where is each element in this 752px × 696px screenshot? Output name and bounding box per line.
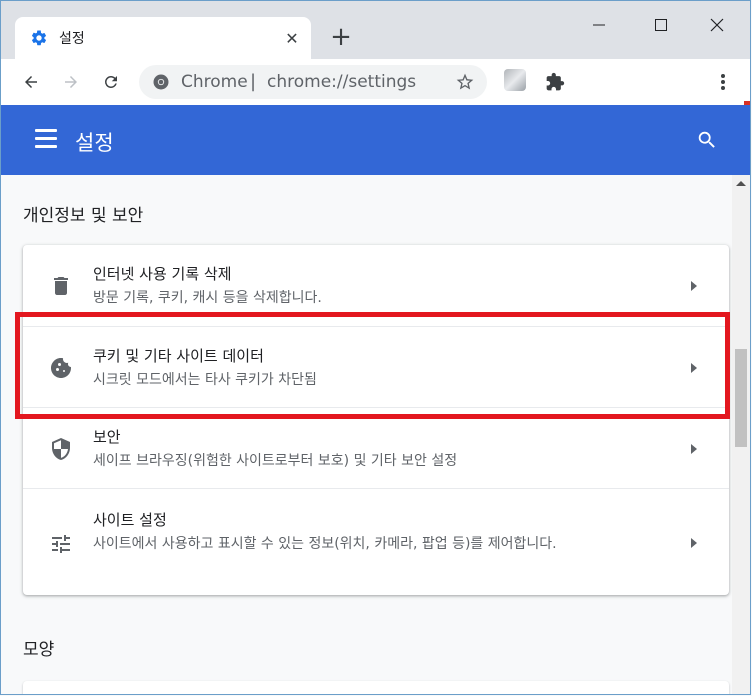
menu-button[interactable] <box>709 68 737 96</box>
scroll-thumb[interactable] <box>735 349 747 447</box>
back-button[interactable] <box>17 68 45 96</box>
minimize-button[interactable] <box>576 7 622 43</box>
browser-window: 설정 ✕ + Chrome | chrome://settings 설정 개인정… <box>0 0 751 695</box>
cookie-icon <box>51 357 72 378</box>
chevron-right-icon <box>691 281 697 291</box>
maximize-icon <box>655 19 667 31</box>
extensions-button[interactable] <box>541 68 569 96</box>
close-window-button[interactable] <box>694 7 740 43</box>
browser-toolbar: Chrome | chrome://settings <box>1 59 750 105</box>
hamburger-menu-icon[interactable] <box>35 129 57 149</box>
row-sublabel: 시크릿 모드에서는 타사 쿠키가 차단됨 <box>93 372 317 388</box>
row-clear-browsing-data[interactable]: 인터넷 사용 기록 삭제 방문 기록, 쿠키, 캐시 등을 삭제합니다. <box>23 245 729 326</box>
row-sublabel: 사이트에서 사용하고 표시할 수 있는 정보(위치, 카메라, 팝업 등)를 제… <box>93 536 557 552</box>
settings-content: 개인정보 및 보안 인터넷 사용 기록 삭제 방문 기록, 쿠키, 캐시 등을 … <box>1 175 732 694</box>
section-title-appearance: 모양 <box>23 640 55 660</box>
more-vert-icon <box>721 74 725 90</box>
search-icon[interactable] <box>696 129 718 151</box>
maximize-button[interactable] <box>638 7 684 43</box>
arrow-right-icon <box>65 76 77 88</box>
forward-button[interactable] <box>57 68 85 96</box>
row-security[interactable]: 보안 세이프 브라우징(위험한 사이트로부터 보호) 및 기타 보안 설정 <box>23 407 729 489</box>
address-bar[interactable]: Chrome | chrome://settings <box>139 65 487 99</box>
section-title-privacy: 개인정보 및 보안 <box>23 206 144 226</box>
row-label: 인터넷 사용 기록 삭제 <box>93 265 232 283</box>
new-tab-button[interactable]: + <box>327 23 355 51</box>
reload-icon <box>104 75 117 88</box>
chevron-right-icon <box>691 538 697 548</box>
chevron-right-icon <box>691 444 697 454</box>
tab-settings[interactable]: 설정 ✕ <box>15 17 311 59</box>
privacy-card: 인터넷 사용 기록 삭제 방문 기록, 쿠키, 캐시 등을 삭제합니다. 쿠키 … <box>23 245 729 595</box>
row-sublabel: 세이프 브라우징(위험한 사이트로부터 보호) 및 기타 보안 설정 <box>93 453 458 469</box>
chevron-right-icon <box>691 363 697 373</box>
star-icon[interactable] <box>455 72 475 92</box>
page-title: 설정 <box>75 131 114 155</box>
trash-icon <box>54 277 68 295</box>
tab-strip: 설정 ✕ + <box>1 1 750 59</box>
reload-button[interactable] <box>97 68 125 96</box>
chrome-icon <box>153 74 169 90</box>
tab-close-icon[interactable]: ✕ <box>281 27 303 49</box>
puzzle-icon <box>546 72 565 91</box>
row-label: 사이트 설정 <box>93 511 167 529</box>
shield-icon <box>52 438 70 460</box>
profile-avatar[interactable] <box>504 69 526 91</box>
settings-header: 설정 <box>1 105 750 175</box>
scrollbar[interactable] <box>732 175 750 694</box>
tune-icon <box>52 535 70 553</box>
minimize-icon <box>593 24 605 26</box>
scroll-up-arrow-icon[interactable] <box>736 181 746 186</box>
tab-title: 설정 <box>59 31 85 47</box>
url-text[interactable]: chrome://settings <box>267 72 416 92</box>
row-label: 쿠키 및 기타 사이트 데이터 <box>93 347 264 365</box>
omnibox-separator: | <box>250 71 257 92</box>
gear-icon <box>31 30 47 46</box>
row-label: 보안 <box>93 428 121 446</box>
row-cookies[interactable]: 쿠키 및 기타 사이트 데이터 시크릿 모드에서는 타사 쿠키가 차단됨 <box>23 326 729 408</box>
appearance-card <box>23 681 729 694</box>
arrow-left-icon <box>25 76 37 88</box>
close-icon <box>710 18 724 32</box>
row-site-settings[interactable]: 사이트 설정 사이트에서 사용하고 표시할 수 있는 정보(위치, 카메라, 팝… <box>23 488 729 596</box>
row-sublabel: 방문 기록, 쿠키, 캐시 등을 삭제합니다. <box>93 290 322 306</box>
omnibox-chip: Chrome <box>181 72 248 92</box>
